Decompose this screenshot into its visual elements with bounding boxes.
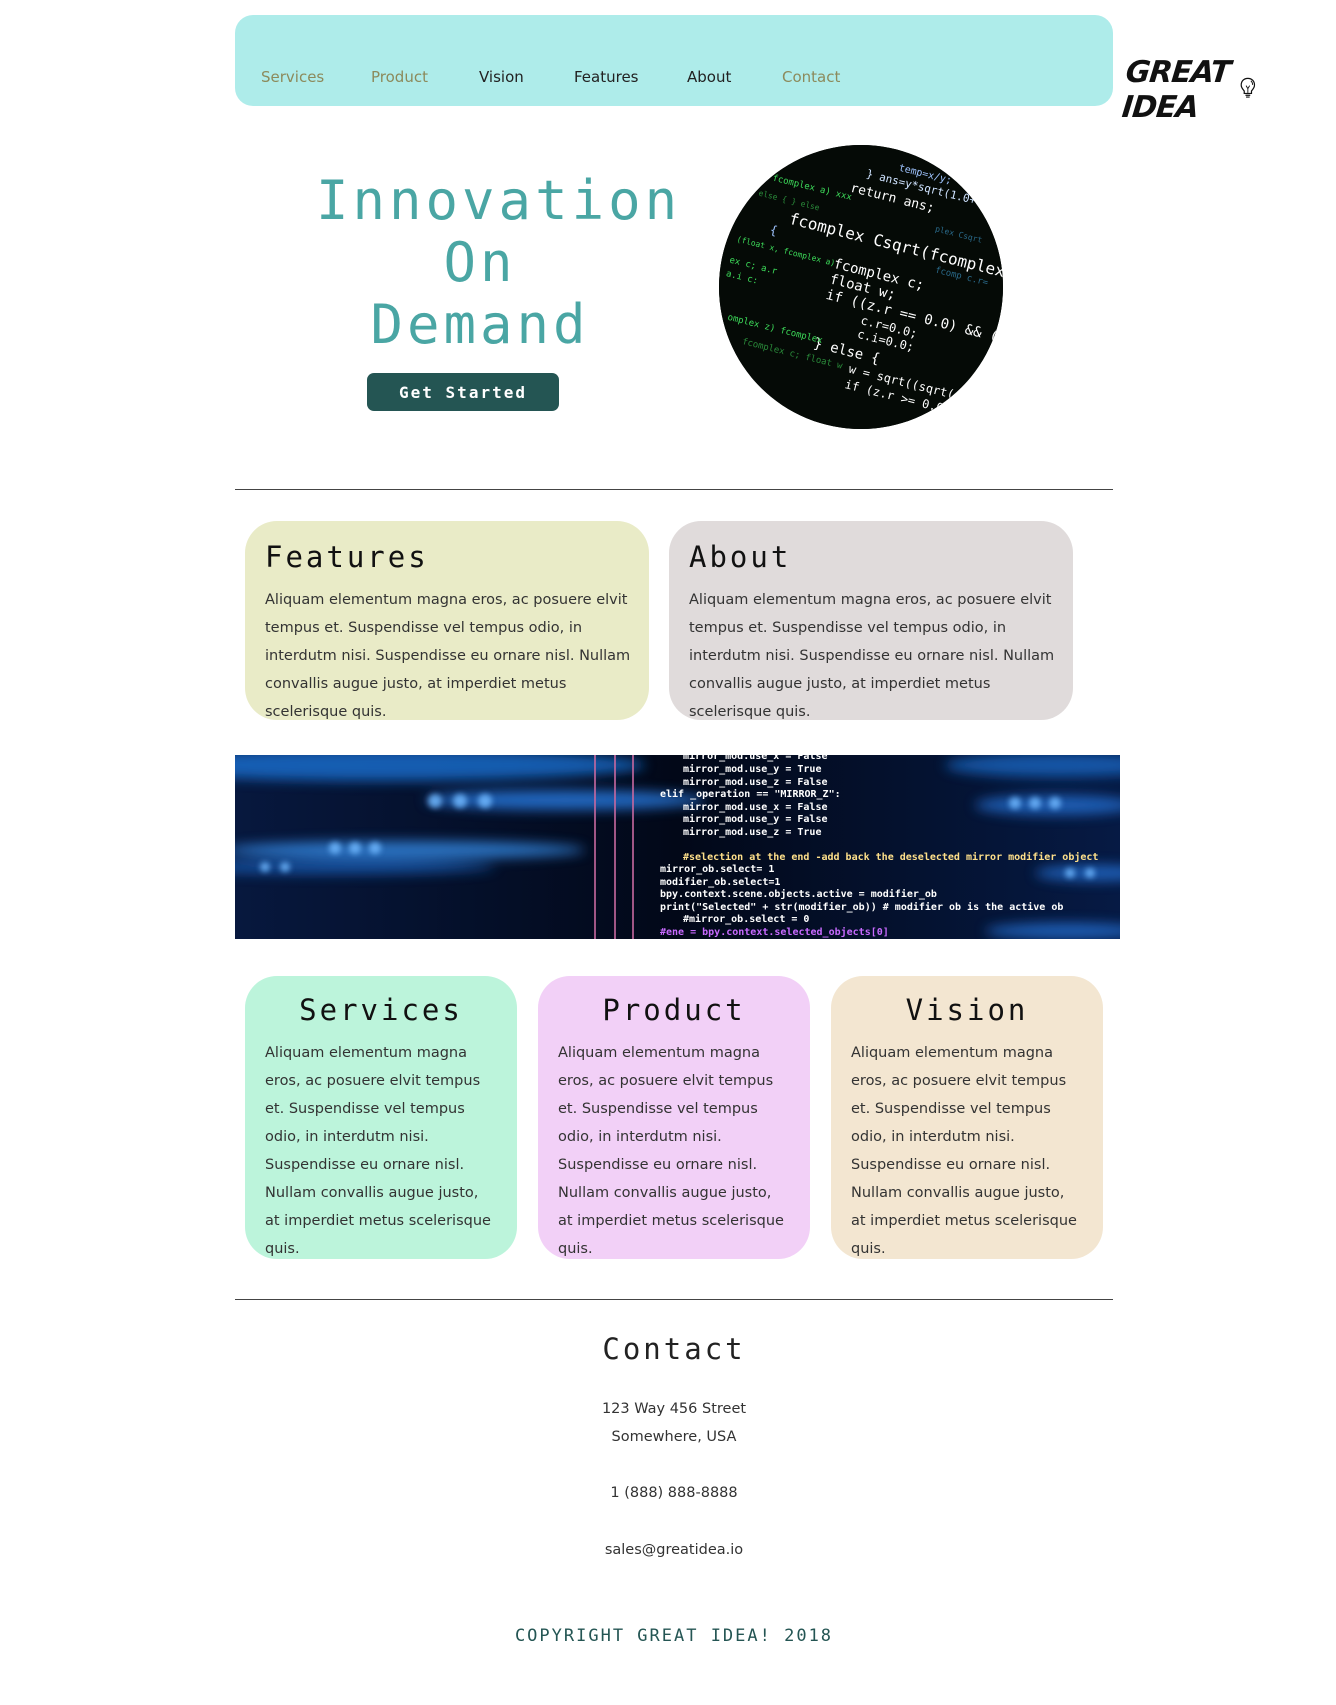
brand-logo-text: GREAT IDEA <box>1120 55 1232 125</box>
nav-link-vision[interactable]: Vision <box>479 68 524 86</box>
nav-link-services[interactable]: Services <box>261 68 324 86</box>
vision-card-title: Vision <box>905 993 1029 1027</box>
svg-text:print("Selected" + str(modifie: print("Selected" + str(modifier_ob)) # m… <box>660 901 1063 913</box>
nav-link-contact[interactable]: Contact <box>782 68 840 86</box>
svg-text:bpy.context.scene.objects.acti: bpy.context.scene.objects.active = modif… <box>660 888 937 900</box>
features-card: Features Aliquam elementum magna eros, a… <box>245 521 649 720</box>
product-card-title: Product <box>602 993 746 1027</box>
hero-title-line-2: On <box>443 231 517 294</box>
hero-title: Innovation On Demand <box>280 170 680 356</box>
svg-text:mirror_mod.use_y = True: mirror_mod.use_y = True <box>683 763 821 775</box>
services-card-body: Aliquam elementum magna eros, ac posuere… <box>265 1045 491 1257</box>
hero-title-line-3: Demand <box>370 293 590 356</box>
svg-text:#selection at the end -add bac: #selection at the end -add back the dese… <box>683 851 1098 863</box>
about-card-body: Aliquam elementum magna eros, ac posuere… <box>689 592 1055 720</box>
hero-title-line-1: Innovation <box>316 169 682 232</box>
nav-link-product[interactable]: Product <box>371 68 428 86</box>
svg-text:#mirror_ob.select = 0: #mirror_ob.select = 0 <box>683 913 809 925</box>
features-card-title: Features <box>265 540 429 574</box>
brand-logo[interactable]: GREAT IDEA <box>1120 55 1256 125</box>
nav-link-about[interactable]: About <box>687 68 731 86</box>
about-card: About Aliquam elementum magna eros, ac p… <box>669 521 1073 720</box>
section-divider-top <box>235 489 1113 490</box>
vision-card: Vision Aliquam elementum magna eros, ac … <box>831 976 1103 1259</box>
hero-code-image: temp=x/y; } ans=y*sqrt(1.0+temp*t return… <box>719 145 1003 429</box>
section-divider-bottom <box>235 1299 1113 1300</box>
features-card-body: Aliquam elementum magna eros, ac posuere… <box>265 592 631 720</box>
vision-card-body: Aliquam elementum magna eros, ac posuere… <box>851 1045 1077 1257</box>
services-card-title: Services <box>299 993 463 1027</box>
services-card: Services Aliquam elementum magna eros, a… <box>245 976 517 1259</box>
code-banner-illustration: mirror_mod.use_x = False mirror_mod.use_… <box>235 755 1120 939</box>
svg-text:mirror_ob.select= 1: mirror_ob.select= 1 <box>660 863 774 875</box>
code-screen-illustration: temp=x/y; } ans=y*sqrt(1.0+temp*t return… <box>719 145 1003 429</box>
svg-text:mirror_mod.use_z = False: mirror_mod.use_z = False <box>683 776 828 788</box>
svg-text:elif _operation == "MIRROR_Z":: elif _operation == "MIRROR_Z": <box>660 788 841 800</box>
svg-text:mirror_mod.use_x = False: mirror_mod.use_x = False <box>683 801 828 813</box>
svg-text:#ene = bpy.context.selected_ob: #ene = bpy.context.selected_objects[0] <box>660 926 889 938</box>
product-card-body: Aliquam elementum magna eros, ac posuere… <box>558 1045 784 1257</box>
about-card-title: About <box>689 540 792 574</box>
product-card: Product Aliquam elementum magna eros, ac… <box>538 976 810 1259</box>
lightbulb-icon <box>1240 77 1256 98</box>
contact-email-link[interactable]: sales@greatidea.io <box>0 1542 1336 1558</box>
code-banner-image: mirror_mod.use_x = False mirror_mod.use_… <box>235 755 1120 939</box>
svg-text:mirror_mod.use_x = False: mirror_mod.use_x = False <box>683 755 828 762</box>
nav-link-features[interactable]: Features <box>574 68 639 86</box>
top-navigation-bar: Services Product Vision Features About C… <box>235 15 1256 125</box>
contact-address-line-2: Somewhere, USA <box>611 1429 737 1445</box>
footer-copyright: COPYRIGHT GREAT IDEA! 2018 <box>514 1626 834 1646</box>
get-started-button[interactable]: Get Started <box>367 373 559 411</box>
svg-text:mirror_mod.use_y = False: mirror_mod.use_y = False <box>683 813 828 825</box>
contact-address-line-1: 123 Way 456 Street <box>601 1401 747 1417</box>
contact-title: Contact <box>602 1332 746 1366</box>
contact-phone-link[interactable]: 1 (888) 888-8888 <box>0 1485 1336 1501</box>
svg-text:mirror_mod.use_z = True: mirror_mod.use_z = True <box>683 826 821 838</box>
svg-text:modifier_ob.select=1: modifier_ob.select=1 <box>660 876 780 888</box>
